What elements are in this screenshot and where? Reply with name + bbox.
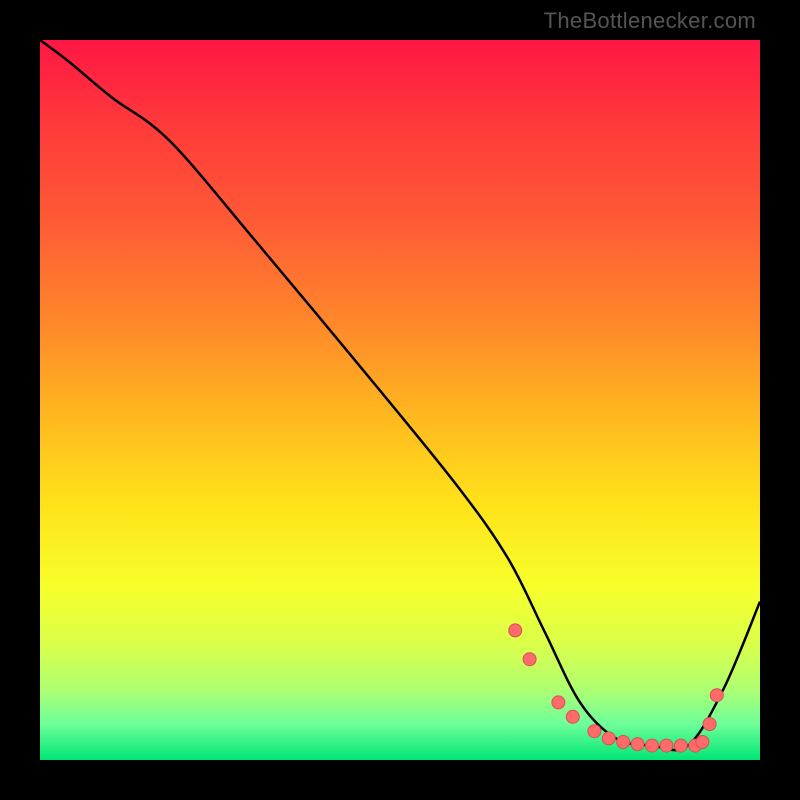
curve-marker: [631, 738, 644, 751]
curve-marker: [566, 710, 579, 723]
curve-markers: [509, 624, 724, 752]
curve-marker: [509, 624, 522, 637]
chart-frame: TheBottlenecker.com: [0, 0, 800, 800]
curve-marker: [523, 653, 536, 666]
curve-marker: [552, 696, 565, 709]
curve-marker: [660, 739, 673, 752]
curve-marker: [588, 725, 601, 738]
curve-marker: [710, 689, 723, 702]
curve-marker: [703, 718, 716, 731]
plot-area: [40, 40, 760, 760]
curve-marker: [602, 732, 615, 745]
curve-marker: [646, 739, 659, 752]
curve-layer: [40, 40, 760, 760]
bottleneck-curve: [40, 40, 760, 750]
curve-marker: [617, 736, 630, 749]
curve-marker: [696, 736, 709, 749]
attribution-text: TheBottlenecker.com: [544, 8, 756, 34]
curve-marker: [674, 739, 687, 752]
